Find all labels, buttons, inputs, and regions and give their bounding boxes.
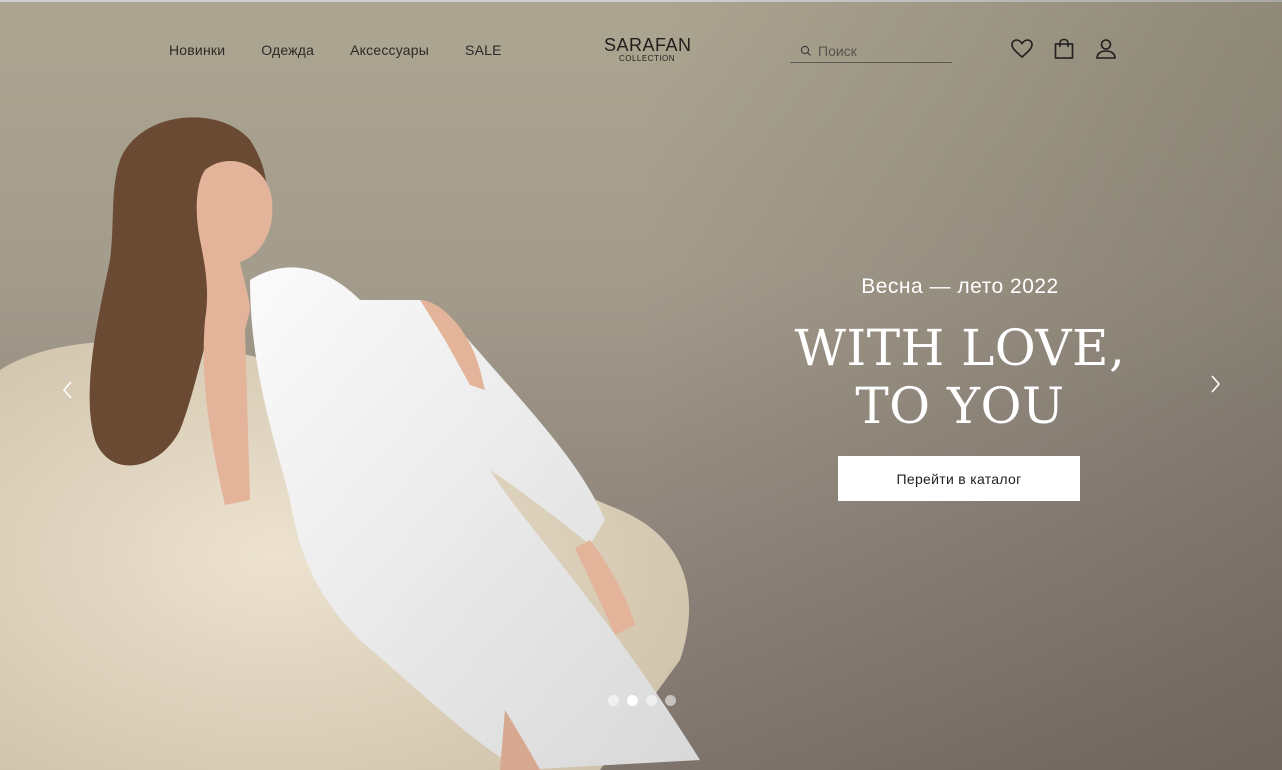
slider-dot-active[interactable] [627,695,638,706]
hero-title-line-2: TO YOU [855,377,1065,435]
slider-dot[interactable] [608,695,619,706]
chevron-left-icon[interactable] [58,378,78,402]
shopping-bag-icon[interactable] [1052,37,1076,61]
search-icon[interactable] [800,45,812,57]
nav-item-sale[interactable]: SALE [465,42,502,58]
slider-dots [608,695,676,706]
catalog-button[interactable]: Перейти в каталог [838,456,1080,501]
page: Новинки Одежда Аксессуары SALE SARAFAN C… [0,0,1282,770]
slider-dot[interactable] [665,695,676,706]
logo-main-text: SARAFAN [604,35,692,55]
hero-season: Весна — лето 2022 [861,275,1059,298]
site-logo[interactable]: SARAFAN COLLECTION [604,35,692,64]
search-input[interactable] [818,43,938,59]
hero-title: WITH LOVE, TO YOU [790,319,1130,435]
header-actions [1010,37,1118,61]
main-nav: Новинки Одежда Аксессуары SALE [169,42,538,58]
logo-sub-text: COLLECTION [618,54,676,63]
nav-item-new[interactable]: Новинки [169,42,225,58]
chevron-right-icon[interactable] [1205,372,1225,396]
site-header: Новинки Одежда Аксессуары SALE SARAFAN C… [0,0,1282,100]
slider-dot[interactable] [646,695,657,706]
search-bar [790,40,952,63]
hero-title-line-1: WITH LOVE, [794,319,1126,377]
nav-item-accessories[interactable]: Аксессуары [350,42,429,58]
hero-promo: Весна — лето 2022 WITH LOVE, TO YOU [790,275,1130,435]
heart-icon[interactable] [1010,37,1034,61]
user-icon[interactable] [1094,37,1118,61]
nav-item-clothing[interactable]: Одежда [261,42,314,58]
